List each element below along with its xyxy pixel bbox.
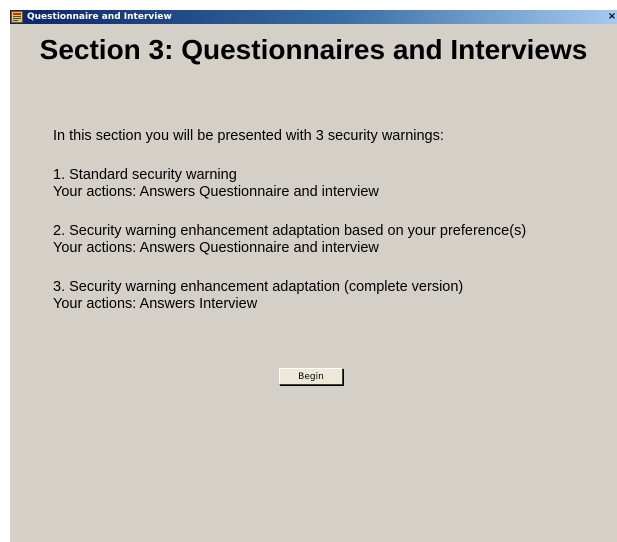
form-window-icon: [11, 11, 23, 23]
begin-button[interactable]: Begin: [279, 368, 343, 385]
list-item: 3. Security warning enhancement adaptati…: [53, 279, 613, 313]
list-item: 1. Standard security warning Your action…: [53, 167, 613, 201]
list-item-actions: Your actions: Answers Interview: [53, 296, 258, 312]
list-item-title: 3. Security warning enhancement adaptati…: [53, 279, 464, 295]
intro-text: In this section you will be presented wi…: [53, 128, 444, 144]
window-title: Questionnaire and Interview: [27, 12, 172, 22]
close-icon[interactable]: ×: [607, 10, 617, 24]
list-item: 2. Security warning enhancement adaptati…: [53, 223, 613, 257]
list-item-title: 2. Security warning enhancement adaptati…: [53, 223, 527, 239]
instructions: In this section you will be presented wi…: [53, 128, 613, 335]
title-bar[interactable]: Questionnaire and Interview ×: [10, 10, 617, 24]
questionnaire-window: Questionnaire and Interview × Section 3:…: [10, 10, 617, 542]
page-title: Section 3: Questionnaires and Interviews: [39, 34, 588, 65]
list-item-actions: Your actions: Answers Questionnaire and …: [53, 184, 379, 200]
list-item-actions: Your actions: Answers Questionnaire and …: [53, 240, 379, 256]
list-item-title: 1. Standard security warning: [53, 167, 237, 183]
